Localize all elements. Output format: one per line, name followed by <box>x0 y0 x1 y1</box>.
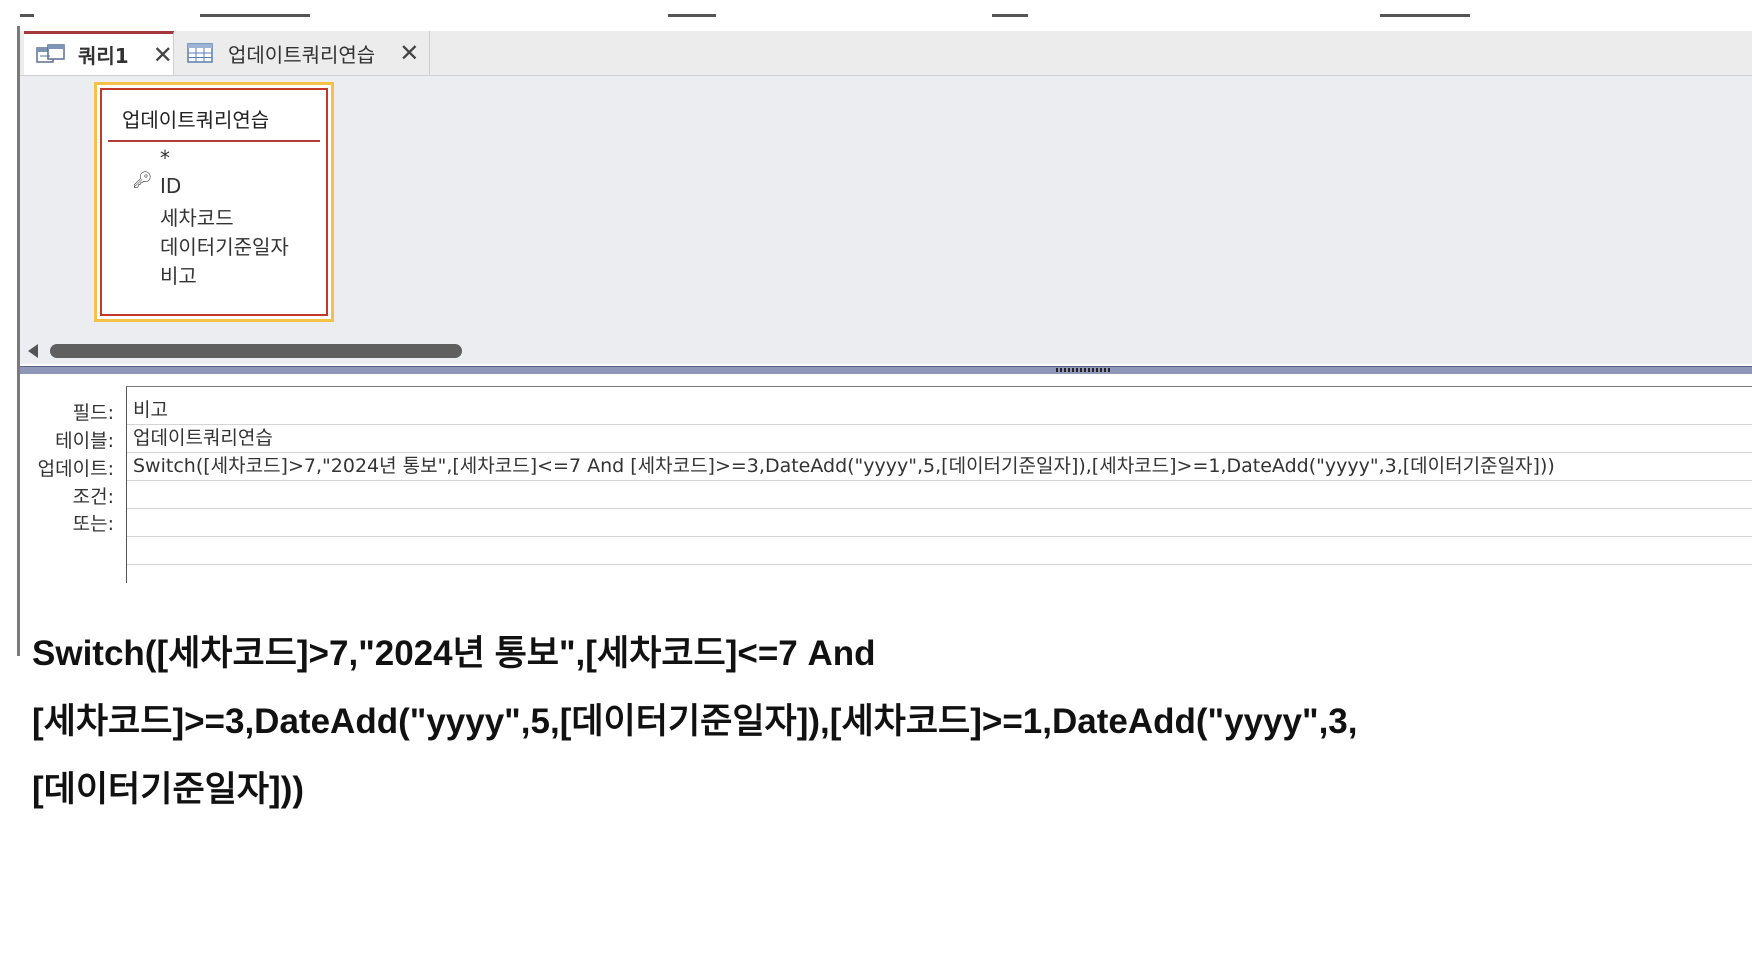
scroll-left-icon[interactable] <box>28 344 38 358</box>
field-item-base-date[interactable]: 데이터기준일자 <box>160 231 289 260</box>
grid-cell-criteria[interactable] <box>127 481 1752 509</box>
row-label-update: 업데이트: <box>37 458 114 480</box>
row-label-or: 또는: <box>72 513 114 535</box>
field-item-remarks[interactable]: 비고 <box>160 260 197 289</box>
caption-line-3: [데이터기준일자])) <box>32 770 305 809</box>
close-icon[interactable]: ✕ <box>153 41 173 69</box>
primary-key-icon: 🔑︎ <box>132 170 153 189</box>
ribbon-fragment <box>992 14 1028 17</box>
query-design-icon <box>36 43 65 63</box>
design-grid: 필드: 테이블: 업데이트: 조건: 또는: 비고 업데이트쿼리연습 Switc… <box>20 374 1752 583</box>
table-icon <box>187 43 213 63</box>
row-label-criteria: 조건: <box>72 486 114 508</box>
table-field-list[interactable]: 업데이트쿼리연습 * 🔑︎ ID 세차코드 데이터기준일자 비고 <box>94 82 334 322</box>
grid-cell-update[interactable]: Switch([세차코드]>7,"2024년 통보",[세차코드]<=7 And… <box>127 453 1752 481</box>
row-label-field: 필드: <box>72 402 114 424</box>
splitter-grip[interactable] <box>1056 368 1112 372</box>
expression-caption: Switch([세차코드]>7,"2024년 통보",[세차코드]<=7 And… <box>32 620 1722 824</box>
horizontal-scrollbar[interactable] <box>20 338 1752 364</box>
table-field-list-frame: 업데이트쿼리연습 * 🔑︎ ID 세차코드 데이터기준일자 비고 <box>100 88 328 316</box>
table-field-list-title[interactable]: 업데이트쿼리연습 <box>122 104 269 133</box>
tab-query1[interactable]: 쿼리1 ✕ <box>24 31 174 75</box>
grid-column-1: 비고 업데이트쿼리연습 Switch([세차코드]>7,"2024년 통보",[… <box>126 386 1752 583</box>
ribbon-fragment <box>668 14 716 17</box>
caption-line-2: [세차코드]>=3,DateAdd("yyyy",5,[데이터기준일자]),[세… <box>32 702 1358 741</box>
ribbon-fragment <box>1380 14 1470 17</box>
field-item-id[interactable]: ID <box>160 174 181 198</box>
grid-cell-field[interactable]: 비고 <box>127 397 1752 425</box>
grid-cell-or[interactable] <box>127 509 1752 537</box>
tab-label: 쿼리1 <box>78 44 129 68</box>
grid-cell-empty[interactable] <box>127 537 1752 565</box>
field-item-all[interactable]: * <box>160 146 170 170</box>
close-icon[interactable]: ✕ <box>399 39 419 67</box>
scrollbar-thumb[interactable] <box>50 344 462 358</box>
field-item-wash-code[interactable]: 세차코드 <box>160 202 234 231</box>
tab-label: 업데이트쿼리연습 <box>228 42 376 67</box>
row-label-table: 테이블: <box>55 430 114 452</box>
tab-update-query-practice[interactable]: 업데이트쿼리연습 ✕ <box>174 31 430 75</box>
grid-cell-table[interactable]: 업데이트쿼리연습 <box>127 425 1752 453</box>
caption-line-1: Switch([세차코드]>7,"2024년 통보",[세차코드]<=7 And <box>32 634 876 673</box>
ribbon-fragment <box>200 14 310 17</box>
ribbon-fragment <box>20 14 34 17</box>
ribbon-remnant <box>0 0 1752 26</box>
title-divider <box>108 140 320 142</box>
pane-splitter[interactable] <box>20 366 1752 374</box>
grid-row-labels: 필드: 테이블: 업데이트: 조건: 또는: <box>20 374 124 582</box>
document-tab-strip: 쿼리1 ✕ 업데이트쿼리연습 ✕ <box>20 31 1752 76</box>
